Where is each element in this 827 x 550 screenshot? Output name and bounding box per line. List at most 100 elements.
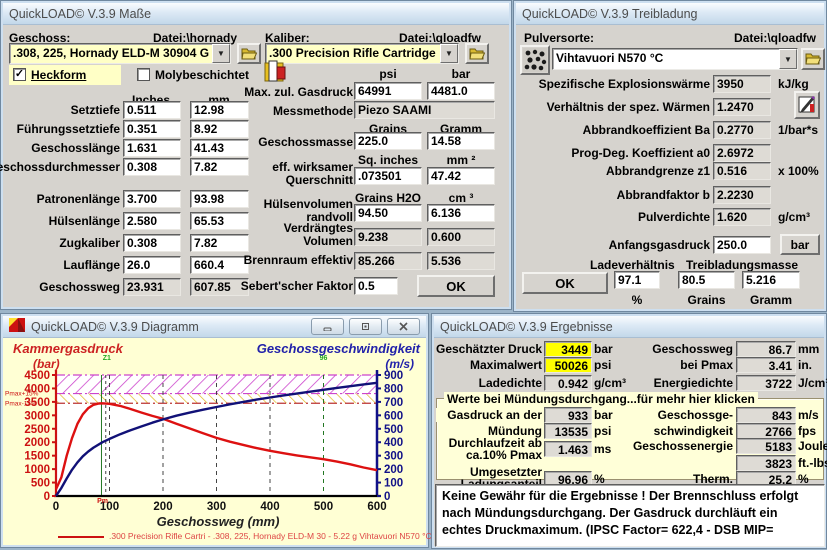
ladeverhaeltnis-field[interactable]: 97.1 xyxy=(614,271,660,289)
geschossweg-pmax-in-unit: in. xyxy=(798,358,812,372)
geschossmasse-grains-field[interactable]: 225.0 xyxy=(354,132,422,150)
x-tick-label: 200 xyxy=(153,501,172,513)
sebert-label: Sebert'scher Faktor xyxy=(229,279,353,293)
bullet-combobox[interactable]: .308, 225, Hornady ELD-M 30904 G ▼ xyxy=(9,43,231,64)
patronenlaenge-inches-field[interactable]: 3.700 xyxy=(123,190,181,208)
powder-combobox-arrow-icon[interactable]: ▼ xyxy=(779,49,797,69)
diagramm-body: Pmax+15%Pmax-15%450040003500300025002000… xyxy=(3,338,426,545)
x-tick-label: 0 xyxy=(53,501,59,513)
treibladung-grains-field[interactable]: 80.5 xyxy=(678,271,735,289)
masse-title: QuickLOAD© V.3.9 Maße xyxy=(9,7,151,21)
geschossdurchmesser-inches-field[interactable]: 0.308 xyxy=(123,158,181,176)
muendungsgeschw-fps-value: 2766 xyxy=(736,423,796,439)
mm2-header: mm ² xyxy=(427,153,495,167)
chart-annotation: Z1 xyxy=(103,355,111,362)
explosionswaerme-label: Spezifische Explosionswärme xyxy=(534,77,710,91)
maximalwert-label: Maximalwert xyxy=(436,358,542,372)
caliber-combobox[interactable]: .300 Precision Rifle Cartridge ▼ xyxy=(265,43,459,64)
energiedichte-unit: J/cm³ xyxy=(798,376,827,390)
caliber-combobox-arrow-icon[interactable]: ▼ xyxy=(440,44,458,63)
right-tick-label: 300 xyxy=(384,451,403,463)
abbrandkoeffizient-label: Abbrandkoeffizient Ba xyxy=(534,123,710,137)
psi-header: psi xyxy=(354,67,422,81)
edit-powder-button[interactable] xyxy=(794,91,820,119)
pulverdichte-field: 1.620 xyxy=(713,208,771,226)
bar-unit-button[interactable]: bar xyxy=(780,234,820,255)
muendungsgeschw-ms-value: 843 xyxy=(736,407,796,423)
dim-row-label: Lauflänge xyxy=(1,258,120,272)
durchlaufzeit-label-line2: ca.10% Pmax xyxy=(436,449,542,461)
zugkaliber-inches-field[interactable]: 0.308 xyxy=(123,234,181,252)
heckform-checkbox[interactable]: ✓ xyxy=(13,68,26,81)
caliber-combobox-value: .300 Precision Rifle Cartridge xyxy=(266,44,440,63)
messmethode-field: Piezo SAAMI xyxy=(354,101,495,119)
legend-line-swatch xyxy=(58,536,104,538)
masse-ok-button[interactable]: OK xyxy=(417,275,495,297)
dim-row-label: Hülsenlänge xyxy=(1,214,120,228)
powder-open-file-button[interactable] xyxy=(801,48,825,70)
geschossweg-pmax-mm-unit: mm xyxy=(798,342,819,356)
moly-checkbox[interactable] xyxy=(137,68,150,81)
max-gasdruck-bar-field[interactable]: 4481.0 xyxy=(427,82,495,100)
left-axis-unit: (bar) xyxy=(33,357,60,371)
right-tick-label: 700 xyxy=(384,397,403,409)
dim-row-label: Patronenlänge xyxy=(1,192,120,206)
abbrandgrenze-field: 0.516 xyxy=(713,162,771,180)
anfangsgasdruck-field[interactable]: 250.0 xyxy=(713,236,771,254)
masse-titlebar[interactable]: QuickLOAD© V.3.9 Maße xyxy=(3,3,509,25)
close-icon xyxy=(399,322,408,331)
treibladung-titlebar[interactable]: QuickLOAD© V.3.9 Treibladung xyxy=(516,3,824,25)
huelsenlaenge-inches-field[interactable]: 2.580 xyxy=(123,212,181,230)
max-gasdruck-psi-field[interactable]: 64991 xyxy=(354,82,422,100)
querschnitt-mm2-field[interactable]: 47.42 xyxy=(427,167,495,185)
right-tick-label: 200 xyxy=(384,464,403,476)
diagramm-title: QuickLOAD© V.3.9 Diagramm xyxy=(31,320,199,334)
querschnitt-sqin-field[interactable]: .073501 xyxy=(354,167,422,185)
treibladung-ok-button[interactable]: OK xyxy=(522,272,608,294)
abbrandgrenze-label: Abbrandgrenze z1 xyxy=(534,164,710,178)
caliber-open-file-button[interactable] xyxy=(465,43,489,64)
geschossmasse-gramm-field[interactable]: 14.58 xyxy=(427,132,495,150)
abbrandfaktor-field: 2.2230 xyxy=(713,186,771,204)
close-button[interactable] xyxy=(387,318,420,335)
dim-row-label: Geschossdurchmesser xyxy=(0,160,120,174)
right-tick-label: 500 xyxy=(384,424,403,436)
powder-icon[interactable] xyxy=(520,45,550,75)
treibladung-gramm-field[interactable]: 5.216 xyxy=(742,271,800,289)
left-tick-label: 3000 xyxy=(24,410,50,422)
geschaetzter-druck-label: Geschätzter Druck xyxy=(436,342,542,356)
huelsenvolumen-cm3-field[interactable]: 6.136 xyxy=(427,204,495,222)
muendung-group-title[interactable]: Werte bei Mündungsdurchgang...für mehr h… xyxy=(444,392,758,406)
cm3-header: cm ³ xyxy=(427,191,495,205)
dim-row-label: Führungssetztiefe xyxy=(1,122,120,136)
lauflaenge-inches-field[interactable]: 26.0 xyxy=(123,256,181,274)
verdraengtes-cm3-field: 0.600 xyxy=(427,228,495,246)
abbrandkoeffizient-field: 0.2770 xyxy=(713,121,771,139)
setztiefe-inches-field[interactable]: 0.511 xyxy=(123,101,181,119)
abbrandfaktor-label: Abbrandfaktor b xyxy=(534,188,710,202)
pmax-psi-unit: psi xyxy=(594,358,611,372)
huelsenvolumen-grains-field[interactable]: 94.50 xyxy=(354,204,422,222)
dim-row-label: Setztiefe xyxy=(1,103,120,117)
durchlaufzeit-value: 1.463 xyxy=(544,441,592,457)
sebert-field[interactable]: 0.5 xyxy=(354,277,398,295)
pmax-bar-unit: bar xyxy=(594,342,613,356)
geschossenergie-ftlbs-unit: ft.-lbs. xyxy=(798,456,827,470)
geschosslaenge-inches-field[interactable]: 1.631 xyxy=(123,139,181,157)
muendungsdruck-psi-value: 13535 xyxy=(544,423,592,439)
left-tick-label: 4000 xyxy=(24,383,50,395)
bullet-combobox-arrow-icon[interactable]: ▼ xyxy=(212,44,230,63)
diagramm-window: QuickLOAD© V.3.9 Diagramm Pmax+15%Pmax-1… xyxy=(0,313,429,548)
muendungsdruck-psi-unit: psi xyxy=(594,424,611,438)
muendungsdruck-bar-unit: bar xyxy=(594,408,613,422)
right-tick-label: 900 xyxy=(384,370,403,382)
ergebnisse-titlebar[interactable]: QuickLOAD© V.3.9 Ergebnisse xyxy=(434,316,824,338)
right-tick-label: 400 xyxy=(384,437,403,449)
diagramm-titlebar[interactable]: QuickLOAD© V.3.9 Diagramm xyxy=(3,316,426,338)
fuehrungssetztiefe-inches-field[interactable]: 0.351 xyxy=(123,120,181,138)
minimize-button[interactable] xyxy=(311,318,344,335)
powder-combobox[interactable]: Vihtavuori N570 °C ▼ xyxy=(552,48,798,70)
spez-waermen-label: Verhältnis der spez. Wärmen xyxy=(534,100,710,114)
bullet-open-file-button[interactable] xyxy=(237,43,261,64)
restore-button[interactable] xyxy=(349,318,382,335)
